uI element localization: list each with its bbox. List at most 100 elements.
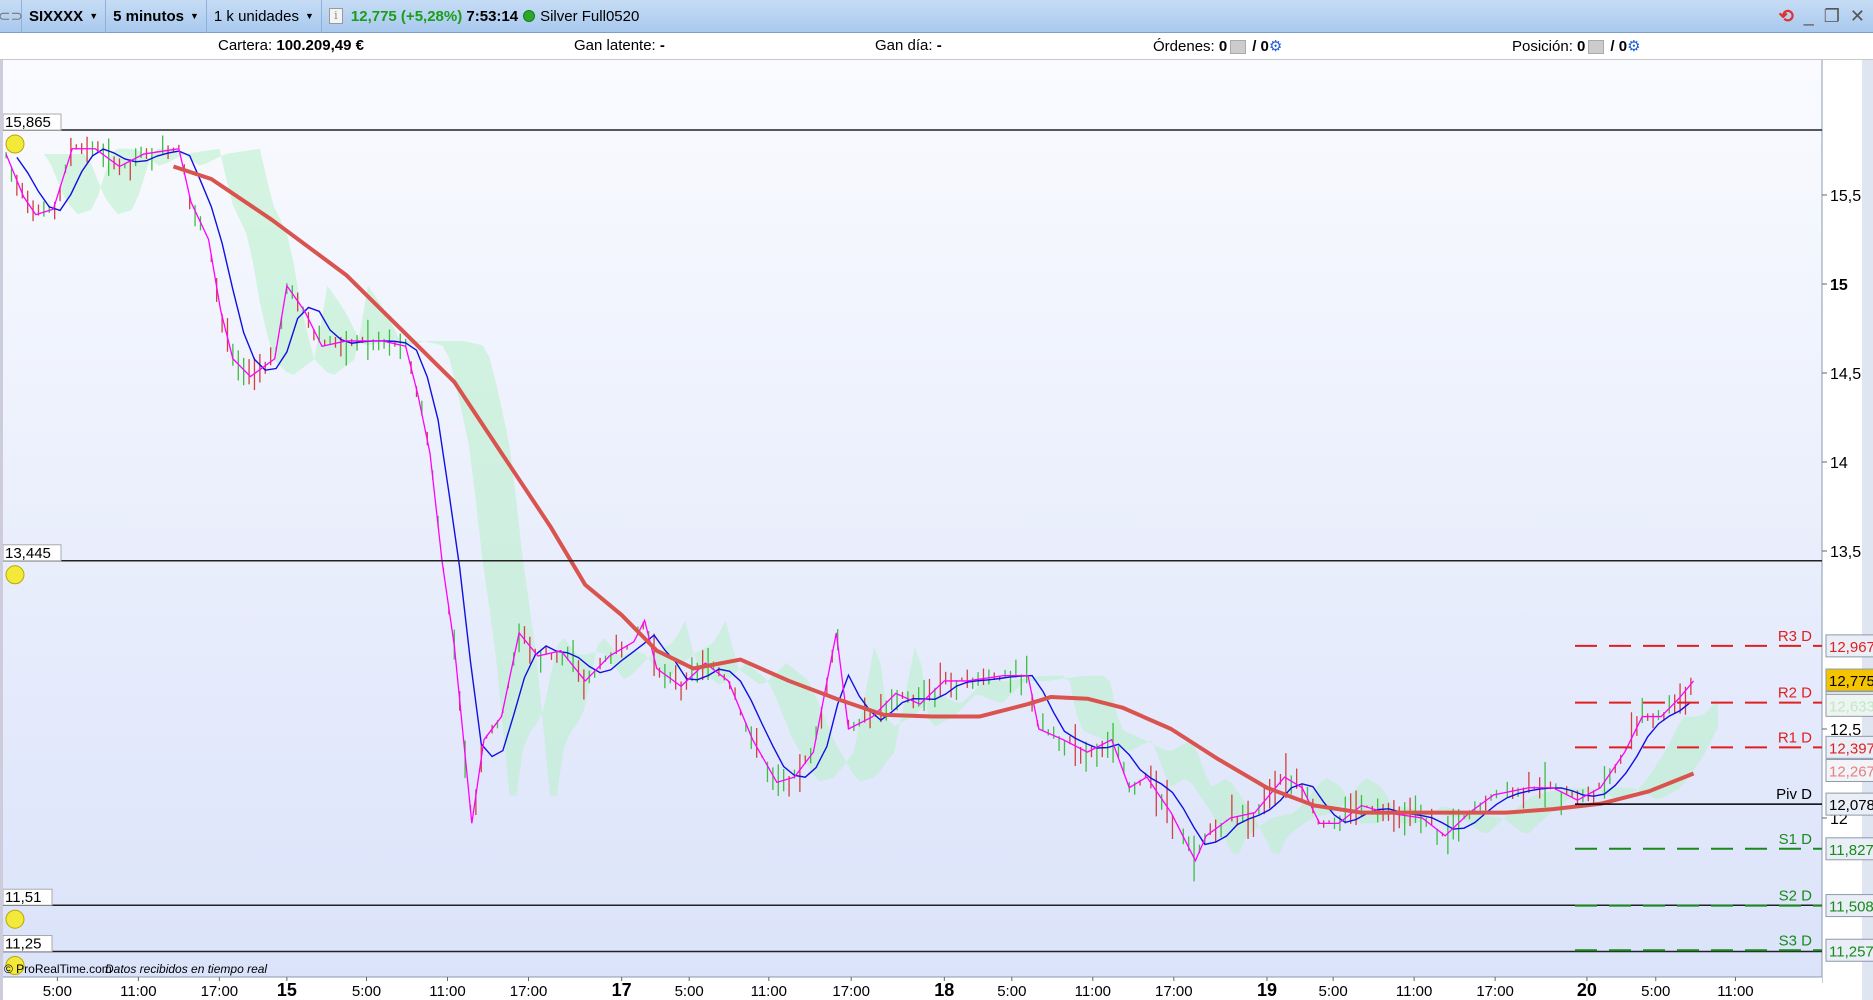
- price-label: 12,633: [1829, 698, 1873, 715]
- posicion-value2: / 0: [1610, 38, 1628, 55]
- gear-icon[interactable]: ⚙: [1269, 38, 1282, 55]
- pivot-name: R3 D: [1778, 628, 1812, 645]
- pivot-name: S2 D: [1779, 888, 1813, 905]
- price-label: 12,775: [1829, 673, 1873, 690]
- symbol-selector[interactable]: SIXXXX ▼: [22, 0, 107, 33]
- pivot-name: R1 D: [1778, 729, 1812, 746]
- cartera-value: 100.209,49 €: [276, 37, 364, 54]
- chevron-down-icon: ▼: [304, 11, 314, 21]
- y-tick-label: 15: [1830, 277, 1848, 294]
- alert-label: 13,445: [5, 545, 51, 562]
- gan-latente-label: Gan latente:: [574, 37, 656, 54]
- alert-label: 11,51: [5, 889, 41, 906]
- y-tick-label: 13,5: [1830, 544, 1861, 561]
- pivot-name: S3 D: [1779, 932, 1813, 949]
- cartera: Cartera: 100.209,49 €: [218, 37, 364, 54]
- posicion-value: 0: [1577, 38, 1586, 55]
- ordenes-value2: / 0: [1252, 38, 1269, 55]
- pivot-value: 12,397: [1829, 740, 1873, 757]
- info-icon[interactable]: i: [328, 8, 343, 24]
- status-dot-icon: [523, 10, 536, 22]
- x-tick-label: 11:00: [1075, 983, 1111, 1000]
- pivot-name: Piv D: [1776, 786, 1812, 803]
- plot-background: [0, 60, 1822, 977]
- account-info-bar: Cartera: 100.209,49 € Gan latente: - Gan…: [0, 33, 1873, 60]
- chevron-down-icon: ▼: [189, 11, 199, 21]
- restore-icon[interactable]: ❐: [1824, 6, 1840, 27]
- y-tick-label: 14,5: [1830, 366, 1861, 383]
- units-label: 1 k unidades: [213, 7, 299, 25]
- chart-toolbar: ⊂⊃ SIXXXX ▼ 5 minutos ▼ 1 k unidades ▼ i 12…: [0, 0, 1873, 33]
- x-tick-label: 5:00: [997, 983, 1026, 1000]
- x-tick-label: 11:00: [120, 983, 156, 1000]
- link-icon[interactable]: ⊂⊃: [0, 0, 23, 33]
- bell-icon: [5, 909, 25, 929]
- left-border: [0, 60, 3, 1000]
- sync-icon[interactable]: ⟲: [1779, 6, 1794, 27]
- quote-info: i 12,775 (+5,28%) 7:53:14 Silver Full052…: [322, 0, 646, 33]
- posicion-label: Posición:: [1512, 38, 1573, 55]
- symbol-label: SIXXXX: [29, 7, 84, 25]
- pivot-name: R2 D: [1778, 685, 1812, 702]
- x-tick-label: 19: [1257, 980, 1277, 1000]
- x-tick-label: 5:00: [43, 983, 72, 1000]
- alert-label: 15,865: [5, 114, 51, 131]
- ordenes: Órdenes: 0 / 0⚙: [1153, 37, 1282, 55]
- data-status-text: Datos recibidos en tiempo real: [105, 962, 267, 976]
- quote-time: 7:53:14: [466, 7, 519, 25]
- ordenes-value: 0: [1218, 38, 1228, 55]
- x-tick-label: 20: [1577, 980, 1597, 1000]
- gan-dia-value: -: [936, 37, 942, 54]
- pivot-value: 11,508: [1829, 899, 1873, 916]
- gan-dia: Gan día: -: [875, 37, 942, 54]
- x-tick-label: 5:00: [1641, 983, 1670, 1000]
- units-selector[interactable]: 1 k unidades ▼: [207, 0, 322, 33]
- gear-icon[interactable]: ⚙: [1627, 38, 1640, 55]
- gan-latente: Gan latente: -: [574, 37, 665, 54]
- x-tick-label: 17:00: [832, 983, 870, 1000]
- gan-dia-label: Gan día:: [875, 37, 933, 54]
- alert-label: 11,25: [5, 936, 41, 953]
- x-tick-label: 15: [277, 980, 297, 1000]
- cancel-orders-icon[interactable]: [1230, 40, 1247, 55]
- price-label: 12,267: [1829, 763, 1873, 780]
- y-tick-label: 15,5: [1830, 188, 1861, 205]
- copyright-text: © ProRealTime.com: [4, 962, 112, 976]
- close-position-icon[interactable]: [1588, 40, 1605, 55]
- pivot-name: S1 D: [1779, 831, 1813, 848]
- x-tick-label: 17:00: [1476, 983, 1514, 1000]
- chevron-down-icon: ▼: [89, 11, 99, 21]
- x-tick-label: 17: [612, 980, 632, 1000]
- pivot-value: 11,257: [1829, 943, 1873, 960]
- x-tick-label: 11:00: [751, 983, 787, 1000]
- x-tick-label: 17:00: [201, 983, 239, 1000]
- x-tick-label: 11:00: [1717, 983, 1753, 1000]
- x-tick-label: 18: [934, 980, 954, 1000]
- posicion: Posición: 0 / 0⚙: [1512, 37, 1641, 55]
- close-icon[interactable]: ✕: [1850, 6, 1865, 27]
- minimize-icon[interactable]: _: [1804, 6, 1814, 27]
- price-chart[interactable]: 15,51514,51413,512,5125:00 11:00 17:00 15 5:…: [0, 60, 1873, 1000]
- pivot-value: 11,827: [1829, 842, 1873, 859]
- bell-icon: [5, 565, 25, 585]
- time-axis-background: [0, 977, 1822, 1000]
- window-controls: ⟲ _ ❐ ✕: [1779, 0, 1865, 33]
- pivot-value: 12,078: [1829, 797, 1873, 814]
- account-name: Silver Full0520: [540, 7, 640, 25]
- timeframe-label: 5 minutos: [113, 7, 184, 25]
- y-tick-label: 14: [1830, 455, 1848, 472]
- price-change: 12,775 (+5,28%): [350, 7, 463, 25]
- x-tick-label: 5:00: [1319, 983, 1348, 1000]
- x-tick-label: 17:00: [1155, 983, 1193, 1000]
- ordenes-label: Órdenes:: [1153, 38, 1215, 55]
- x-tick-label: 11:00: [1396, 983, 1432, 1000]
- pivot-value: 12,967: [1829, 639, 1873, 656]
- x-tick-label: 17:00: [510, 983, 548, 1000]
- gan-latente-value: -: [659, 37, 665, 54]
- x-tick-label: 11:00: [429, 983, 465, 1000]
- cartera-label: Cartera:: [218, 37, 273, 54]
- bell-icon: [5, 134, 25, 154]
- x-tick-label: 5:00: [352, 983, 381, 1000]
- x-tick-label: 5:00: [675, 983, 704, 1000]
- timeframe-selector[interactable]: 5 minutos ▼: [106, 0, 207, 33]
